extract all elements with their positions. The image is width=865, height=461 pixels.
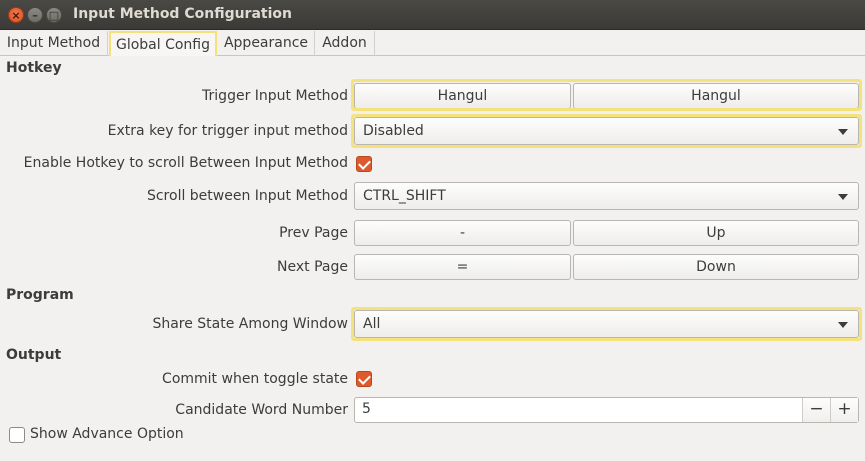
scroll-value: CTRL_SHIFT [363, 188, 446, 204]
trigger-key-button-2[interactable]: Hangul [573, 83, 859, 109]
chevron-down-icon [838, 194, 848, 200]
enable-scroll-label: Enable Hotkey to scroll Between Input Me… [23, 155, 348, 171]
extra-key-combo[interactable]: Disabled [354, 117, 859, 145]
config-window: × – □ Input Method Configuration Input M… [0, 0, 865, 461]
next-page-key-button-2[interactable]: Down [573, 254, 859, 280]
share-state-label: Share State Among Window [152, 316, 348, 332]
maximize-icon[interactable]: □ [46, 7, 62, 23]
share-state-value: All [363, 316, 381, 332]
title-bar[interactable]: × – □ Input Method Configuration [0, 0, 865, 30]
trigger-label: Trigger Input Method [202, 88, 348, 104]
share-state-combo[interactable]: All [354, 310, 859, 338]
tab-bar: Input Method Global Config Appearance Ad… [0, 30, 865, 56]
prev-page-key-button-2[interactable]: Up [573, 220, 859, 246]
decrement-button[interactable]: − [802, 398, 830, 422]
scroll-combo[interactable]: CTRL_SHIFT [354, 182, 859, 210]
chevron-down-icon [838, 129, 848, 135]
trigger-key-button-1[interactable]: Hangul [354, 83, 571, 109]
prev-page-key-button-1[interactable]: - [354, 220, 571, 246]
section-output: Output [6, 347, 62, 363]
minimize-icon[interactable]: – [27, 7, 43, 23]
close-icon[interactable]: × [8, 7, 24, 23]
candidate-label: Candidate Word Number [175, 402, 348, 418]
chevron-down-icon [838, 322, 848, 328]
candidate-spinbox[interactable]: 5 − + [354, 397, 859, 423]
increment-button[interactable]: + [830, 398, 858, 422]
next-page-key-button-1[interactable]: = [354, 254, 571, 280]
tab-addon[interactable]: Addon [315, 31, 375, 56]
show-advance-checkbox[interactable] [9, 427, 25, 443]
scroll-label: Scroll between Input Method [146, 188, 348, 204]
tab-appearance[interactable]: Appearance [218, 31, 315, 56]
section-program: Program [6, 287, 74, 303]
enable-scroll-checkbox[interactable] [356, 156, 372, 172]
extra-key-label: Extra key for trigger input method [107, 123, 348, 139]
tab-global-config[interactable]: Global Config [109, 31, 217, 56]
commit-checkbox[interactable] [356, 371, 372, 387]
prev-page-label: Prev Page [279, 225, 348, 241]
extra-key-value: Disabled [363, 123, 424, 139]
candidate-value[interactable]: 5 [362, 401, 371, 417]
window-title: Input Method Configuration [73, 6, 292, 22]
tab-input-method[interactable]: Input Method [0, 31, 108, 56]
show-advance-label[interactable]: Show Advance Option [30, 426, 184, 442]
next-page-label: Next Page [277, 259, 348, 275]
section-hotkey: Hotkey [6, 60, 62, 76]
commit-label: Commit when toggle state [162, 371, 348, 387]
